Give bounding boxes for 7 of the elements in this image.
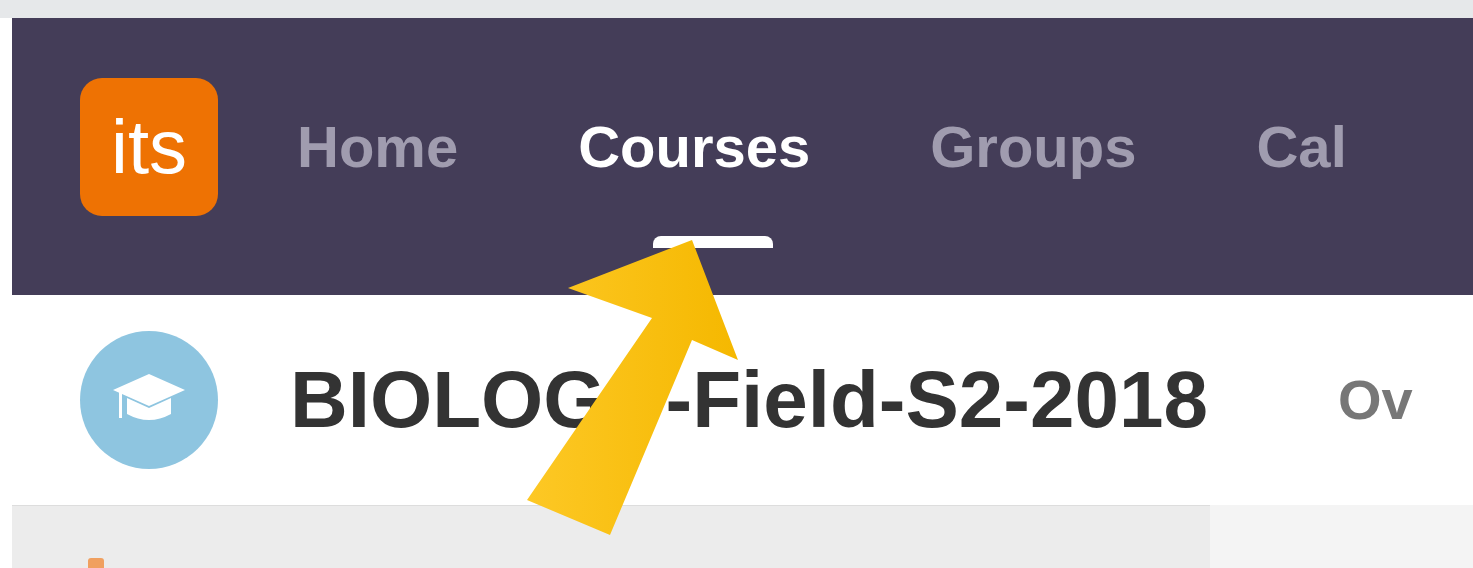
nav-tab[interactable]: Cal: [1256, 117, 1347, 176]
course-title: BIOLOG: [290, 360, 606, 440]
nav-tab[interactable]: Courses: [578, 117, 811, 176]
course-title: -Field-S2-2018: [665, 360, 1208, 440]
nav-tab[interactable]: Home: [297, 117, 459, 176]
logo[interactable]: its: [80, 77, 218, 216]
overview-link[interactable]: Ov: [1337, 372, 1413, 428]
